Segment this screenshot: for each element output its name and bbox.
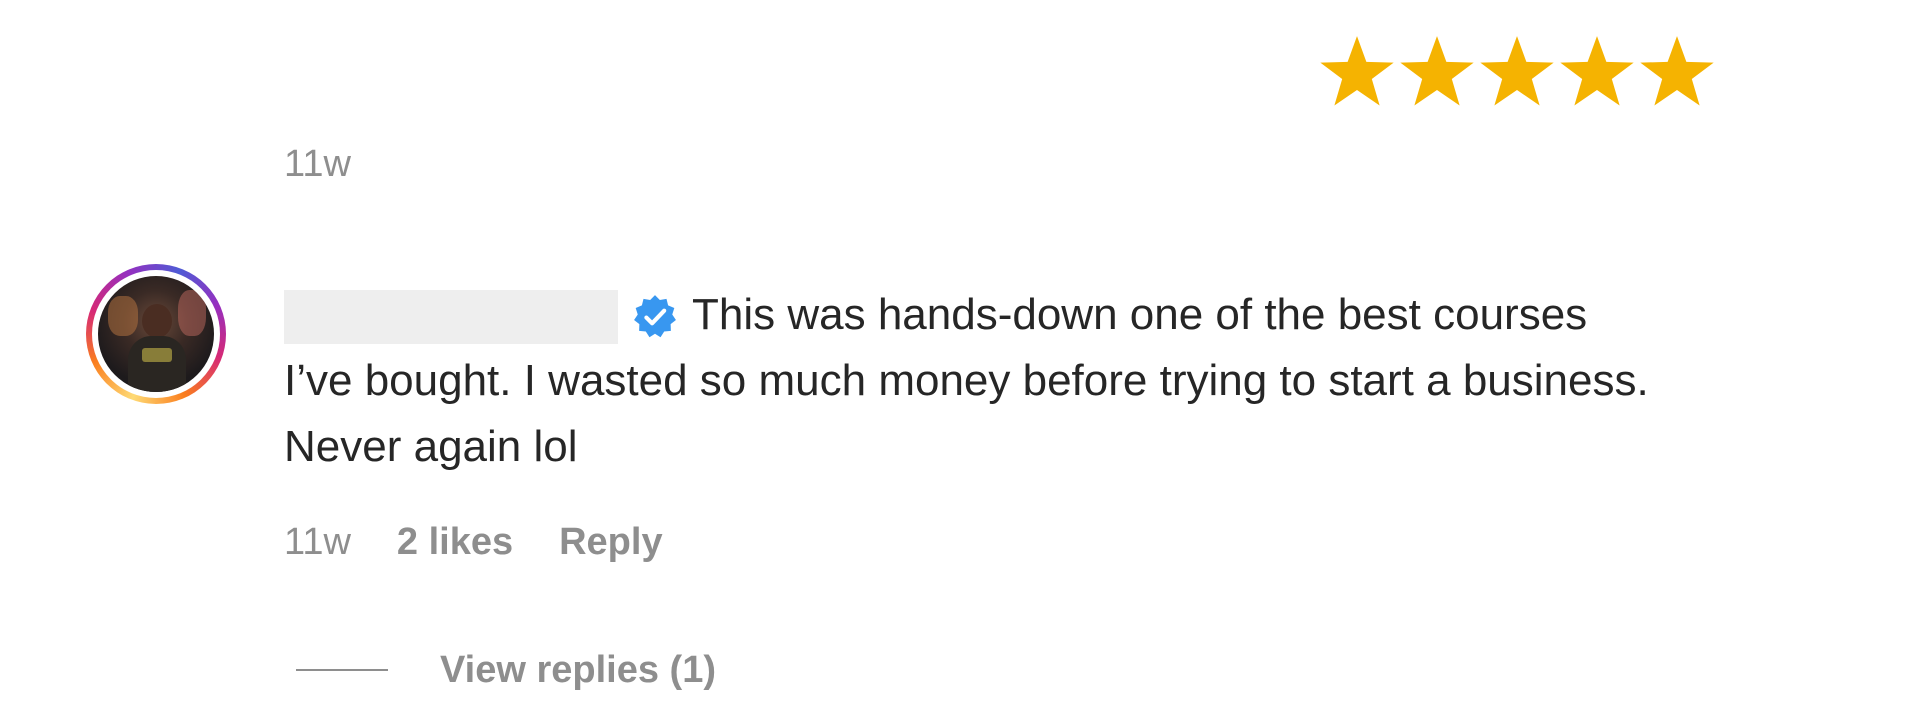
- view-replies-divider: [296, 669, 388, 671]
- avatar-story-ring-gap: [92, 270, 220, 398]
- likes-count[interactable]: 2 likes: [397, 520, 513, 564]
- avatar-image: [98, 276, 214, 392]
- star-icon: [1638, 30, 1716, 114]
- star-rating: [1318, 30, 1716, 114]
- view-replies[interactable]: View replies (1): [296, 648, 716, 692]
- star-icon: [1318, 30, 1396, 114]
- comment-actions: 11w 2 likes Reply: [284, 520, 663, 564]
- comment-timestamp[interactable]: 11w: [284, 520, 351, 564]
- star-icon: [1478, 30, 1556, 114]
- previous-comment-timestamp: 11w: [284, 143, 351, 185]
- view-replies-button[interactable]: View replies (1): [440, 648, 716, 692]
- reply-button[interactable]: Reply: [559, 520, 662, 564]
- avatar[interactable]: [86, 264, 226, 404]
- star-icon: [1398, 30, 1476, 114]
- comment-text: This was hands-down one of the best cour…: [284, 290, 1649, 471]
- star-icon: [1558, 30, 1636, 114]
